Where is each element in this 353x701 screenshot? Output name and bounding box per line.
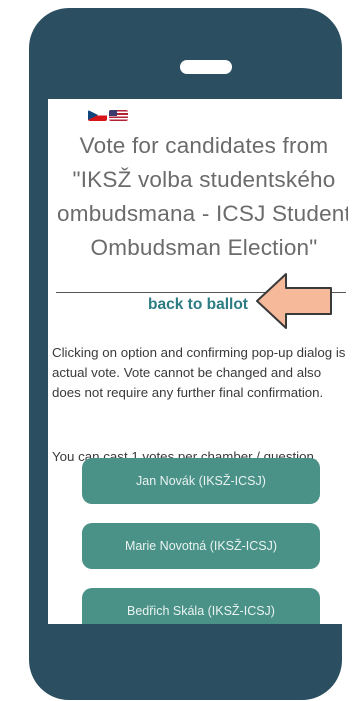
option-button-marie-novotna[interactable]: Marie Novotná (IKSŽ-ICSJ) [82, 523, 320, 569]
voting-instructions: Clicking on option and confirming pop-up… [52, 345, 346, 400]
czech-flag-icon[interactable] [88, 110, 107, 121]
option-button-bedrich-skala[interactable]: Bedřich Skála (IKSŽ-ICSJ) [82, 588, 320, 624]
option-button-jan-novak[interactable]: Jan Novák (IKSŽ-ICSJ) [82, 458, 320, 504]
us-flag-icon[interactable] [109, 110, 128, 121]
language-switcher [88, 110, 128, 121]
phone-screen: Vote for candidates from "IKSŽ volba stu… [48, 99, 348, 624]
pointer-arrow-icon [256, 273, 332, 329]
phone-speaker [180, 60, 232, 74]
page-title: Vote for candidates from "IKSŽ volba stu… [57, 133, 348, 260]
